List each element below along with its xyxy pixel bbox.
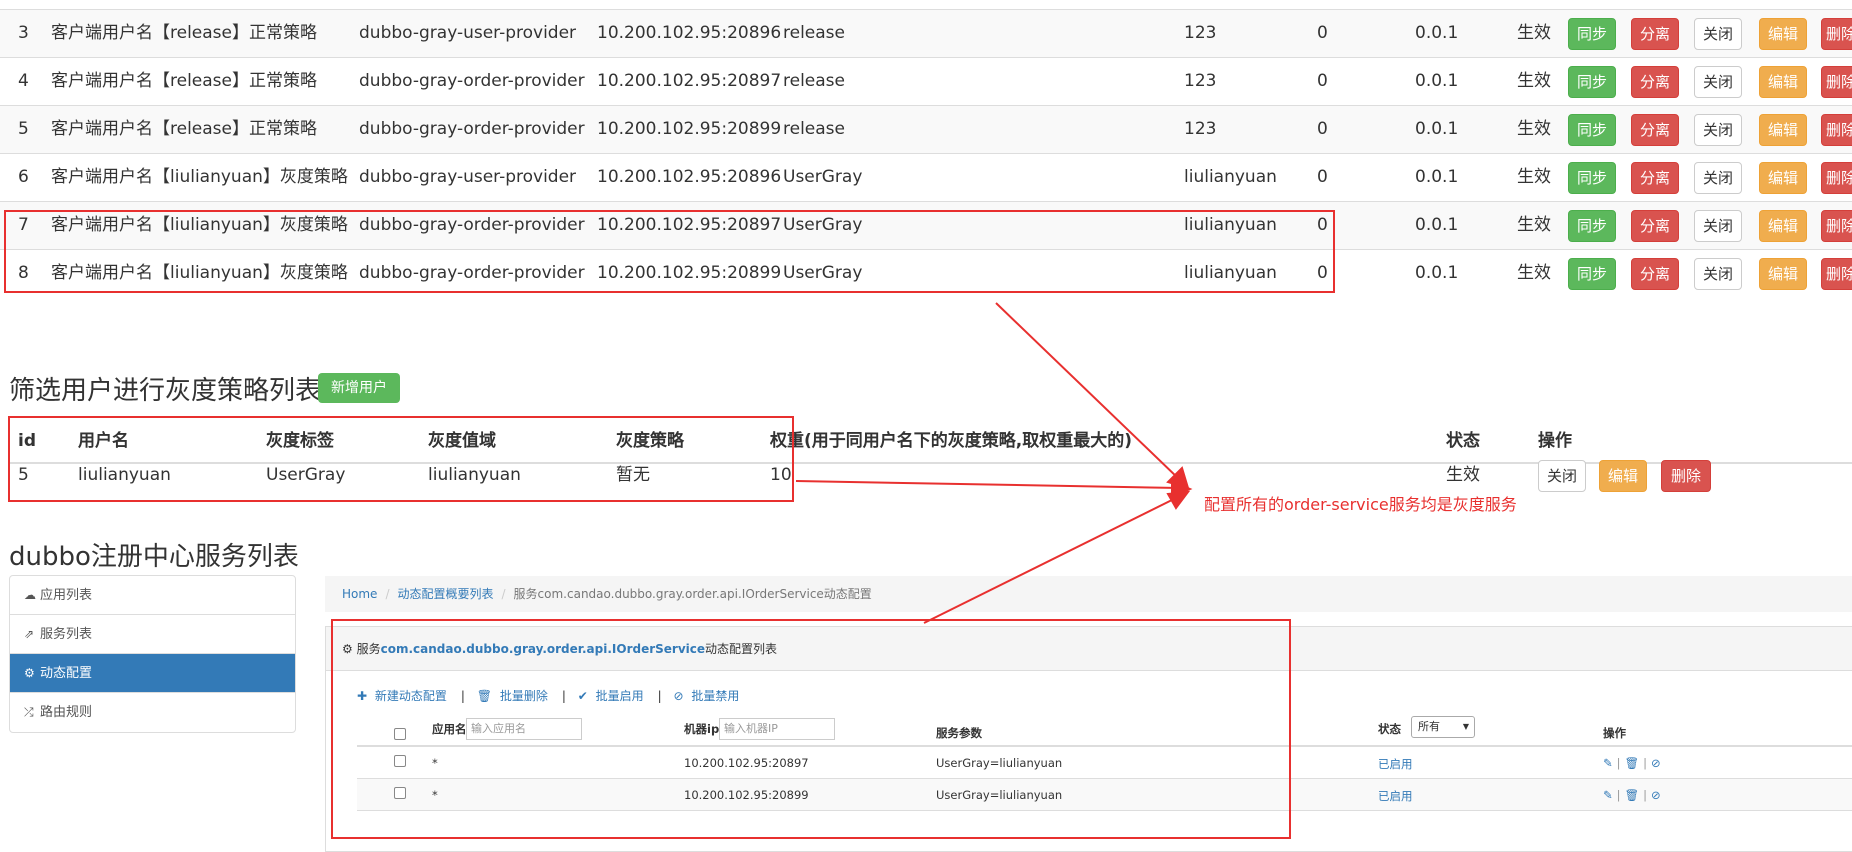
arrow-line — [795, 480, 1181, 489]
arrow-head — [1166, 490, 1191, 510]
arrow-line — [995, 302, 1181, 481]
arrow-line — [923, 495, 1181, 624]
annotation-arrows — [795, 302, 1193, 624]
